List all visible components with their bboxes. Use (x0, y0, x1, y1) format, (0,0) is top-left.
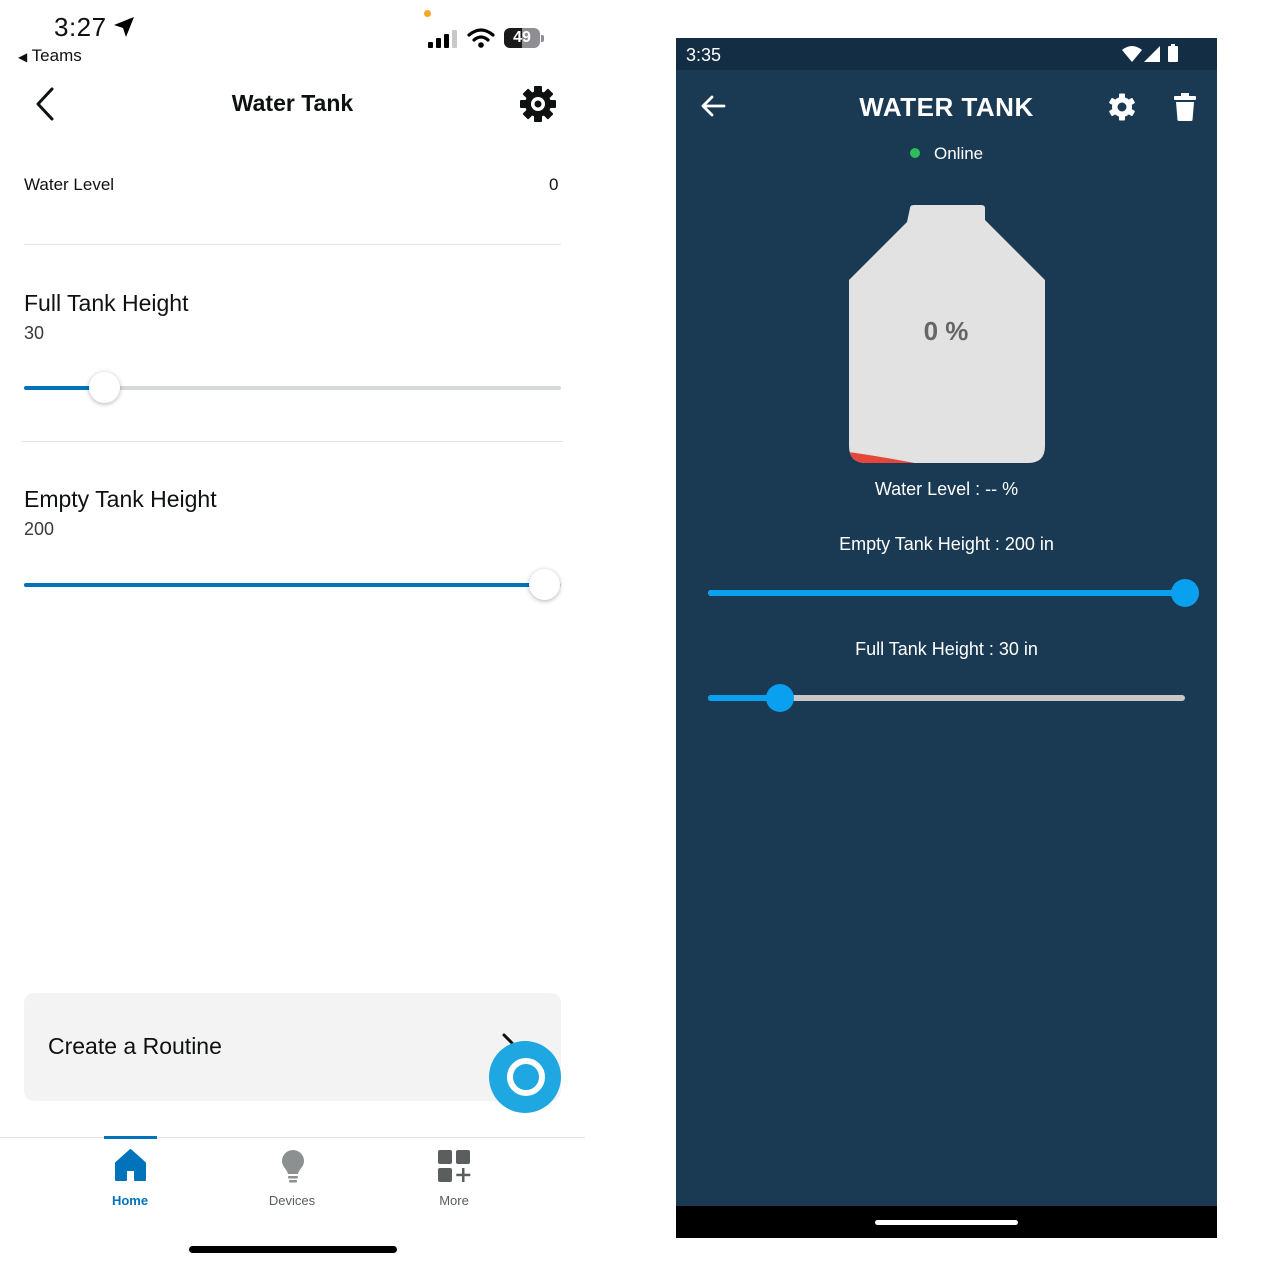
tab-home[interactable]: Home (85, 1146, 175, 1216)
back-app-label: Teams (31, 46, 82, 65)
online-status-label: Online (934, 144, 984, 163)
battery-level: 49 (513, 29, 531, 46)
alexa-icon (507, 1058, 545, 1096)
ios-screen: 3:27 ◀ Teams 49 Water Tank Water Level 0… (0, 0, 585, 1266)
battery-nub (541, 35, 544, 42)
full-tank-title: Full Tank Height (24, 290, 189, 316)
tabbar-divider (0, 1137, 585, 1138)
slider-thumb[interactable] (1171, 579, 1199, 607)
water-level-value: 0 (549, 175, 559, 194)
full-tank-slider[interactable] (24, 372, 561, 403)
wifi-icon (467, 28, 495, 48)
divider (22, 441, 563, 442)
cellular-signal-icon (428, 30, 457, 48)
cellular-signal-icon (1144, 46, 1160, 62)
empty-tank-slider[interactable] (24, 569, 561, 600)
online-status-dot (910, 148, 920, 158)
divider (24, 244, 561, 245)
gear-icon[interactable] (1108, 93, 1136, 121)
slider-fill (708, 590, 1185, 596)
location-arrow-icon (114, 17, 134, 37)
create-routine-card[interactable]: Create a Routine (24, 993, 561, 1101)
water-level-label: Water Level (24, 175, 115, 194)
water-level-text: Water Level : -- % (874, 479, 1019, 499)
full-tank-slider[interactable] (708, 684, 1185, 712)
empty-tank-text: Empty Tank Height : 200 in (839, 534, 1054, 554)
status-bar: 3:35 (676, 38, 1217, 70)
bulb-icon (282, 1150, 304, 1183)
status-time: 3:27 (54, 12, 107, 42)
back-triangle-icon: ◀ (18, 50, 28, 64)
full-tank-text: Full Tank Height : 30 in (855, 639, 1038, 659)
home-icon (115, 1149, 146, 1181)
slider-thumb[interactable] (765, 684, 794, 712)
tab-more[interactable]: More (409, 1146, 499, 1216)
slider-fill (24, 583, 545, 587)
alexa-button[interactable] (489, 1041, 561, 1113)
wifi-icon (1122, 46, 1142, 62)
mic-indicator-dot (424, 10, 431, 17)
battery-icon (1168, 44, 1178, 62)
back-to-app-link[interactable]: ◀ Teams (18, 46, 82, 66)
gear-icon[interactable] (519, 85, 557, 123)
create-routine-label: Create a Routine (48, 1033, 222, 1059)
empty-tank-value: 200 (24, 519, 55, 539)
empty-tank-title: Empty Tank Height (24, 486, 217, 512)
android-screen: 3:35 WATER TANK Online 0 % Water Level:… (676, 38, 1217, 1238)
tab-more-label: More (439, 1193, 469, 1208)
battery-icon: 49 (504, 28, 540, 48)
status-time: 3:35 (686, 45, 722, 65)
gesture-handle[interactable] (875, 1220, 1018, 1225)
home-indicator (189, 1246, 397, 1253)
tank-percent: 0 % (923, 316, 969, 346)
trash-icon[interactable] (1174, 93, 1196, 121)
tab-home-label: Home (111, 1193, 149, 1208)
full-tank-value: 30 (24, 323, 45, 343)
tab-active-indicator (104, 1136, 157, 1139)
slider-thumb[interactable] (89, 372, 121, 403)
more-grid-icon (438, 1150, 471, 1182)
page-title: Water Tank (231, 90, 354, 116)
empty-tank-slider[interactable] (708, 579, 1199, 607)
slider-thumb[interactable] (529, 569, 561, 600)
tab-devices[interactable]: Devices (247, 1146, 337, 1216)
tab-devices-label: Devices (268, 1193, 316, 1208)
